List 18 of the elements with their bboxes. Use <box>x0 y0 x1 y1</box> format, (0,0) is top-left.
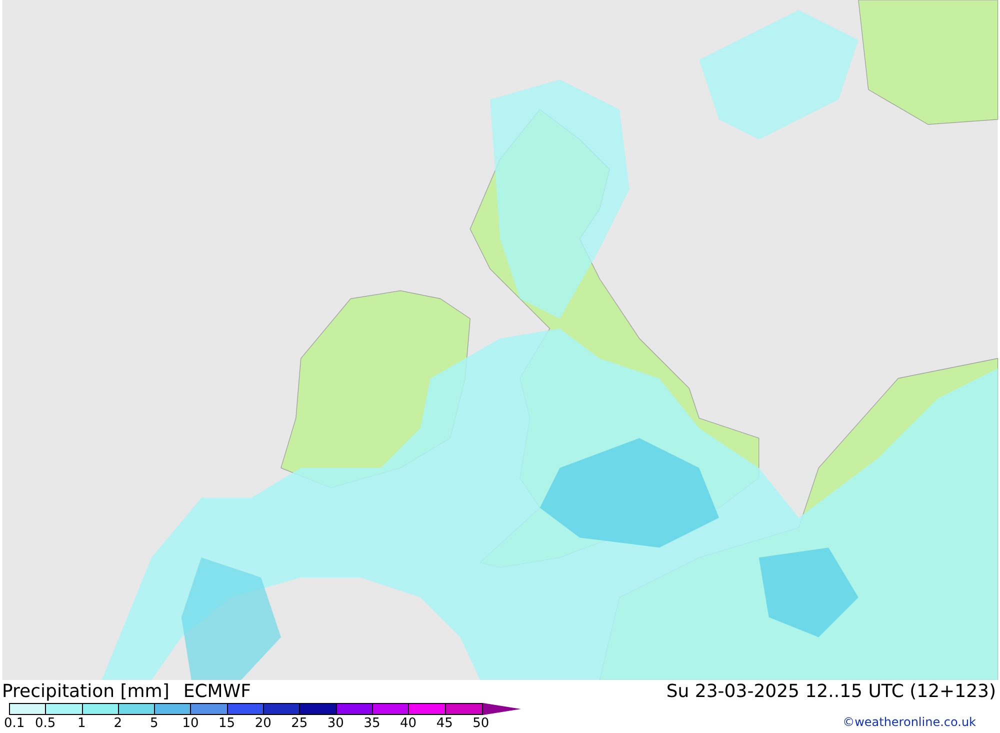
valid-time: Su 23-03-2025 12..15 UTC (12+123) <box>666 681 996 703</box>
model-name: ECMWF <box>183 681 251 703</box>
scale-label: 25 <box>291 715 308 733</box>
scale-label: 50 <box>472 715 490 733</box>
scale-label: 45 <box>436 715 453 733</box>
map-title: Precipitation [mm] <box>2 681 170 703</box>
scale-label: 40 <box>400 715 417 733</box>
scale-label: 0.5 <box>34 715 56 733</box>
credit-link[interactable]: ©weatheronline.co.uk <box>842 715 976 729</box>
scale-label: 2 <box>114 715 122 733</box>
scale-label: 20 <box>254 715 272 733</box>
scale-label: 0.1 <box>4 715 25 733</box>
scale-label: 15 <box>218 715 236 733</box>
scale-label: 10 <box>182 715 199 733</box>
scale-label: 30 <box>327 715 344 733</box>
scale-label: 35 <box>364 715 380 733</box>
scale-label: 5 <box>150 715 158 733</box>
scale-label: 1 <box>77 715 86 733</box>
